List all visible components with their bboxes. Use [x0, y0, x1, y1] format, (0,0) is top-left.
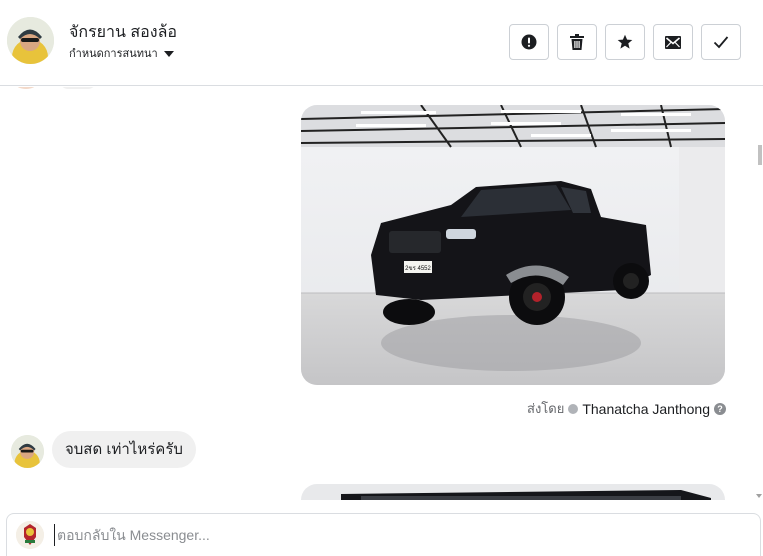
header-actions — [509, 24, 741, 60]
verified-icon — [568, 403, 579, 414]
scrollbar-thumb[interactable] — [758, 145, 762, 165]
envelope-icon — [665, 35, 681, 49]
sent-by-label: ส่งโดย — [527, 401, 565, 416]
star-button[interactable] — [605, 24, 645, 60]
reply-input[interactable] — [54, 524, 654, 546]
mark-unread-button[interactable] — [653, 24, 693, 60]
reply-composer — [6, 513, 761, 556]
caret-down-icon — [163, 50, 174, 57]
contact-avatar[interactable] — [7, 17, 54, 64]
conversation-settings-dropdown[interactable]: กำหนดการสนทนา — [69, 44, 174, 62]
message-thread[interactable]: 2ขร 4552 ส่งโดย Thanatcha Janthong ? จบส… — [0, 87, 763, 500]
thread-scrollbar[interactable] — [755, 87, 763, 500]
contact-name[interactable]: จักรยาน สองล้อ — [69, 20, 177, 45]
conversation-header: จักรยาน สองล้อ กำหนดการสนทนา — [0, 0, 763, 86]
message-photo[interactable]: 2ขร 4552 — [301, 105, 725, 385]
scroll-down-arrow-icon[interactable] — [756, 494, 762, 498]
license-plate-text: 2ขร 4552 — [405, 265, 431, 272]
incoming-message-bubble[interactable]: จบสด เท่าไหร่ครับ — [52, 431, 196, 468]
avatar — [15, 87, 37, 89]
sender-name[interactable]: Thanatcha Janthong — [582, 401, 710, 417]
delete-button[interactable] — [557, 24, 597, 60]
conversation-settings-label: กำหนดการสนทนา — [69, 48, 158, 60]
help-icon[interactable]: ? — [714, 402, 726, 415]
done-button[interactable] — [701, 24, 741, 60]
contact-avatar-small[interactable] — [11, 435, 44, 468]
sent-by-info: ส่งโดย Thanatcha Janthong ? — [527, 398, 726, 419]
exclamation-icon — [521, 34, 537, 50]
check-icon — [713, 36, 729, 49]
page-avatar — [16, 521, 44, 549]
message-photo-partial[interactable] — [301, 484, 725, 500]
star-icon — [617, 34, 633, 49]
trash-icon — [570, 34, 584, 50]
message-bubble — [60, 87, 96, 89]
report-button[interactable] — [509, 24, 549, 60]
